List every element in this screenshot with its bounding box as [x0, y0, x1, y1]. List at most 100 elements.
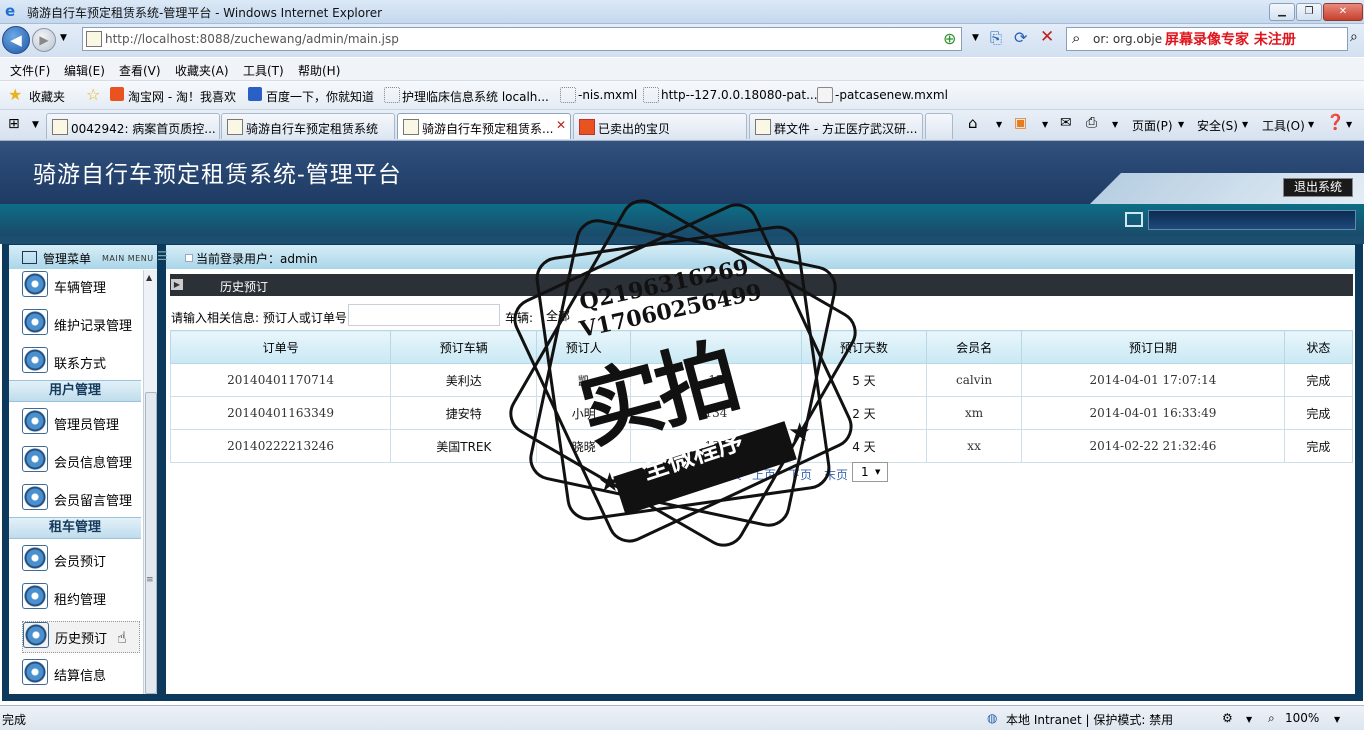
close-window-button[interactable]: ✕: [1323, 3, 1363, 21]
fav-item-baidu[interactable]: 百度一下，你就知道: [266, 88, 374, 105]
fav-item-patcase[interactable]: -patcasenew.mxml: [835, 88, 948, 102]
compat-icon[interactable]: ⊕: [943, 29, 956, 48]
recorder-watermark: 屏幕录像专家 未注册: [1165, 32, 1296, 48]
menu-bar: 文件(F) 编辑(E) 查看(V) 收藏夹(A) 工具(T) 帮助(H): [0, 58, 1364, 81]
menu-tools[interactable]: 工具(T): [243, 62, 284, 79]
refresh-icon[interactable]: ⟳: [1014, 28, 1027, 47]
close-tab-icon[interactable]: ✕: [556, 118, 566, 132]
tab-bike-system-active[interactable]: 骑游自行车预定租赁系... ✕: [397, 113, 571, 139]
taobao-icon: [579, 119, 595, 135]
scroll-up-icon[interactable]: ▲: [146, 273, 152, 282]
fav-item-localhost[interactable]: http--127.0.0.18080-pat...: [661, 88, 818, 102]
tab-bike-system[interactable]: 骑游自行车预定租赁系统: [221, 113, 395, 139]
add-favorite-icon[interactable]: ☆: [86, 85, 100, 104]
tab-list-icon[interactable]: ▼: [32, 120, 39, 130]
minimize-button[interactable]: ▁: [1269, 3, 1295, 21]
sidebar-item-label: 会员信息管理: [54, 456, 133, 471]
tab-bar: ⊞ ▼ 0042942: 病案首页质控... 骑游自行车预定租赁系统 骑游自行车…: [0, 110, 1364, 141]
sidebar-item-label: 维护记录管理: [54, 319, 133, 334]
search-go-icon[interactable]: ⌕: [1350, 29, 1358, 45]
keyword-input[interactable]: [348, 304, 500, 326]
section-rental-management[interactable]: 租车管理: [9, 517, 141, 539]
fav-item-nis-mxml[interactable]: -nis.mxml: [578, 88, 637, 102]
stop-icon[interactable]: ✕: [1040, 27, 1054, 47]
col-days: 预订天数: [800, 330, 928, 364]
status-bar: 完成 ◍ 本地 Intranet | 保护模式: 禁用 ⚙ ▼ ⌕ 100% ▼: [0, 705, 1364, 730]
page-icon: [755, 119, 771, 135]
fav-item-taobao[interactable]: 淘宝网 - 淘！我喜欢: [128, 88, 236, 105]
home-icon[interactable]: ⌂: [968, 114, 978, 132]
print-dropdown-icon[interactable]: ▼: [1112, 120, 1118, 129]
zoom-icon: ⌕: [1268, 711, 1275, 725]
scrollbar-thumb[interactable]: [145, 392, 157, 694]
cell-member: calvin: [926, 363, 1023, 397]
feeds-icon[interactable]: ▣: [1014, 115, 1027, 131]
sidebar-item-history[interactable]: 历史预订 ☝: [22, 621, 140, 653]
menu-file[interactable]: 文件(F): [10, 62, 50, 79]
mail-icon[interactable]: ✉: [1060, 115, 1072, 131]
section-user-management[interactable]: 用户管理: [9, 380, 141, 402]
cell-phone: 137: [630, 429, 802, 463]
history-dropdown-icon[interactable]: ▼: [60, 33, 67, 43]
help-dropdown-icon[interactable]: ▼: [1346, 120, 1352, 129]
search-box[interactable]: ⌕ or: org.obje 屏幕录像专家 未注册: [1066, 27, 1348, 51]
menu-edit[interactable]: 编辑(E): [64, 62, 105, 79]
menu-favorites[interactable]: 收藏夹(A): [175, 62, 229, 79]
sidebar-scrollbar[interactable]: ▲ ≡: [143, 270, 157, 694]
safety-menu[interactable]: 安全(S): [1197, 117, 1238, 134]
col-member: 会员名: [926, 330, 1023, 364]
address-url: http://localhost:8088/zuchewang/admin/ma…: [105, 32, 399, 46]
gear-icon: [22, 484, 48, 510]
fav-item-nis[interactable]: 护理临床信息系统 localh...: [402, 88, 549, 105]
page-select-value: 1: [861, 465, 869, 479]
tools-menu[interactable]: 工具(O): [1262, 117, 1305, 134]
feeds-dropdown-icon[interactable]: ▼: [1042, 120, 1048, 129]
print-icon[interactable]: ⎙: [1086, 115, 1097, 131]
menu-help[interactable]: 帮助(H): [298, 62, 340, 79]
zoom-level[interactable]: 100%: [1285, 711, 1319, 725]
page-menu[interactable]: 页面(P): [1132, 117, 1173, 134]
page-icon: [227, 119, 243, 135]
address-toolbar: ◀ ▶ ▼ http://localhost:8088/zuchewang/ad…: [0, 24, 1364, 57]
first-page-link[interactable]: 页: [730, 466, 742, 483]
search-label: 请输入相关信息: 预订人或订单号:: [171, 311, 351, 325]
favorites-star-icon: ★: [8, 85, 23, 104]
tab-sold-items[interactable]: 已卖出的宝贝: [573, 113, 747, 139]
address-field[interactable]: http://localhost:8088/zuchewang/admin/ma…: [82, 27, 962, 51]
gear-icon: [22, 545, 48, 571]
forward-button[interactable]: ▶: [32, 28, 56, 52]
cell-booker: 晓晓: [536, 429, 632, 463]
chevron-down-icon: ▼: [1242, 120, 1249, 129]
favorites-button[interactable]: 收藏夹: [29, 88, 65, 105]
tab-bug-report[interactable]: 0042942: 病案首页质控...: [46, 113, 220, 139]
prev-page-link[interactable]: 上页: [752, 466, 776, 483]
maximize-button[interactable]: ❐: [1296, 3, 1322, 21]
chevron-down-icon: ▼: [875, 468, 881, 476]
next-page-link[interactable]: 下页: [788, 466, 812, 483]
loading-icon: [384, 87, 400, 103]
panel-collapse-icon[interactable]: ▶: [171, 279, 183, 290]
compatibility-view-icon[interactable]: ⎘: [990, 29, 1002, 47]
page-select[interactable]: 1 ▼: [852, 462, 888, 482]
back-button[interactable]: ◀: [2, 26, 30, 54]
address-dropdown-icon[interactable]: ▼: [972, 33, 979, 43]
home-dropdown-icon[interactable]: ▼: [996, 120, 1002, 129]
menu-view[interactable]: 查看(V): [119, 62, 161, 79]
protected-mode-icon[interactable]: ⚙: [1222, 711, 1233, 725]
tab-label: 骑游自行车预定租赁系...: [422, 122, 554, 136]
vehicle-select[interactable]: 全部: [546, 307, 570, 324]
help-icon[interactable]: ❓: [1326, 113, 1345, 131]
ie-page-icon: [52, 119, 68, 135]
table-header-row: 订单号 预订车辆 预订人 预订天数 会员名 预订日期 状态: [169, 330, 1354, 364]
quick-tabs-icon[interactable]: ⊞: [8, 116, 20, 132]
cell-booker: 小明: [536, 396, 632, 430]
splitter-icon[interactable]: ☰: [157, 249, 168, 263]
last-page-link[interactable]: 末页: [824, 466, 848, 483]
search-text: or: org.obje: [1093, 32, 1163, 46]
security-zone[interactable]: 本地 Intranet | 保护模式: 禁用: [1006, 711, 1173, 728]
cell-days: 5 天: [800, 363, 928, 397]
tab-group-files[interactable]: 群文件 - 方正医疗武汉研...: [749, 113, 923, 139]
new-tab-button[interactable]: [925, 113, 953, 139]
baidu-icon: [248, 87, 262, 101]
logout-button[interactable]: 退出系统: [1283, 178, 1353, 197]
